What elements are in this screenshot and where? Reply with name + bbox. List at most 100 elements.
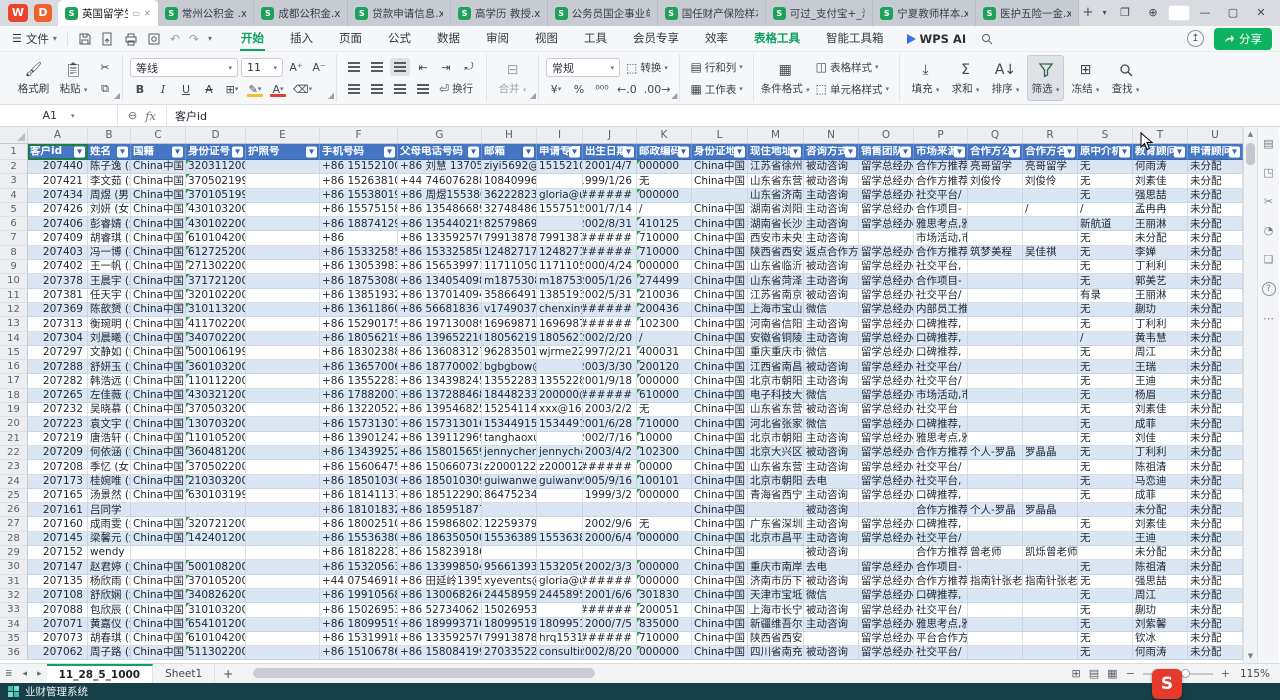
cell[interactable]: 周江 [1133,589,1188,603]
cell[interactable]: +86 18101832 [320,503,398,517]
row-header-7[interactable]: 7 [0,231,28,245]
cell[interactable]: 胡春琪 (女 [88,632,131,646]
cell[interactable]: China中国 [131,160,186,174]
cell[interactable]: 留学总经办 [859,603,914,617]
cell[interactable]: 207406 [28,217,88,231]
menu-item[interactable]: 工具 [571,26,620,51]
cell[interactable]: +86 17882007 [320,389,398,403]
cell[interactable]: ######### [583,460,637,474]
cell[interactable]: 刘紫馨 [1133,618,1188,632]
cell[interactable]: 610104200212213421 [186,231,246,245]
cell[interactable]: +86 1533258500 [398,246,482,260]
cell[interactable]: 430103200107142529 [186,203,246,217]
row-header-25[interactable]: 25 [0,489,28,503]
cell[interactable]: 口碑推荐, [914,332,968,346]
cell[interactable]: 2001/7/14 [583,203,637,217]
cell[interactable]: 主动咨询 [804,517,859,531]
cell[interactable] [482,546,537,560]
cell[interactable]: China中国 [692,274,748,288]
cancel-entry-icon[interactable]: ⊖ [128,109,137,122]
cell[interactable]: 主动咨询 [804,217,859,231]
cell[interactable]: 未分配 [1188,603,1243,617]
cell[interactable]: 北京大兴区 [748,446,804,460]
column-header-I[interactable]: I [537,127,583,143]
cell[interactable]: 2002/2/20 [583,332,637,346]
cell[interactable]: 371721200501264452 [186,274,246,288]
cell[interactable]: 117110505 [482,260,537,274]
menu-item[interactable]: 视图 [522,26,571,51]
cell[interactable]: 无 [1078,360,1133,374]
cell[interactable]: China中国 [692,646,748,660]
header-cell[interactable]: 父母电话号码▼ [398,144,482,160]
cell[interactable]: 留学总经办 [859,317,914,331]
cell[interactable] [1023,460,1078,474]
cell[interactable]: +86 18501030 [320,475,398,489]
cell[interactable]: 244589596 [537,589,583,603]
cell[interactable]: tanghaoxu [482,432,537,446]
cell[interactable]: / [637,332,692,346]
cell[interactable]: 未分配 [1188,389,1243,403]
cell[interactable]: 无 [1078,603,1133,617]
wrap-text-button[interactable]: ⏎换行 [436,79,476,98]
cell[interactable] [968,189,1023,203]
column-header-G[interactable]: G [398,127,482,143]
cell[interactable]: 207209 [28,446,88,460]
cell[interactable] [968,532,1023,546]
cell[interactable]: 市场活动,市 [914,389,968,403]
cell[interactable]: 310113200211152925 [186,303,246,317]
cell[interactable]: 微信 [804,417,859,431]
cell[interactable] [482,503,537,517]
cell[interactable]: China中国 [131,303,186,317]
cell[interactable]: 筑梦美程 [968,246,1023,260]
cell[interactable] [1023,217,1078,231]
cell[interactable]: / [1078,203,1133,217]
cell[interactable]: 刘俊伶 [1023,174,1078,188]
format-painter-button[interactable]: 🖌︎ 格式刷 [15,55,52,101]
row-header-16[interactable]: 16 [0,360,28,374]
cell[interactable]: 200000@qq [537,389,583,403]
cell[interactable]: 710000 [637,246,692,260]
print-icon[interactable] [124,32,138,46]
cell[interactable]: 142401200006041426 [186,532,246,546]
cell[interactable]: 155363896 [482,532,537,546]
cell[interactable]: China中国 [131,489,186,503]
cell[interactable]: 未分配 [1188,189,1243,203]
cell[interactable] [246,446,320,460]
font-name-select[interactable]: 等线▾ [130,58,238,77]
cell[interactable]: 个人-罗晶 [968,503,1023,517]
cell[interactable]: +86 15026953 [320,603,398,617]
cell[interactable]: 2001/6/6 [583,589,637,603]
cell[interactable]: 500108200203035125 [186,560,246,574]
cell[interactable]: 无 [637,403,692,417]
cell[interactable]: 169698712 [482,317,537,331]
cell[interactable] [246,160,320,174]
cell[interactable]: 社交平台/ [914,360,968,374]
cell[interactable]: 成菲 [1133,489,1188,503]
cell[interactable]: 未分配 [1188,532,1243,546]
cell[interactable]: 310103200212255069 [186,603,246,617]
cell[interactable]: China中国 [692,246,748,260]
cell[interactable] [246,417,320,431]
header-cell[interactable]: 合作方公司▼ [968,144,1023,160]
cell[interactable]: 000000 [637,646,692,660]
cell[interactable]: 合作项目- [914,274,968,288]
zoom-level[interactable]: 115% [1238,668,1270,680]
cell[interactable] [246,203,320,217]
cell[interactable] [246,332,320,346]
cell[interactable] [131,546,186,560]
cell[interactable]: 凯烁曾老师 [1023,546,1078,560]
cell[interactable]: 207297 [28,346,88,360]
cell[interactable]: 340826200106060020 [186,589,246,603]
search-icon[interactable] [980,32,994,46]
cell[interactable]: ######### [583,603,637,617]
cell[interactable]: 电子科技大 [748,389,804,403]
cell[interactable]: 000000 [637,160,692,174]
cell[interactable]: 未分配 [1188,417,1243,431]
cell[interactable]: 180562199 [537,332,583,346]
cell[interactable]: 1997/2/21 [583,346,637,360]
column-header-N[interactable]: N [804,127,859,143]
cell[interactable]: China中国 [692,174,748,188]
shape-pane-icon[interactable]: ❏ [1264,253,1274,266]
file-tab[interactable]: S常州公积金 .xlsx [158,0,255,26]
scroll-up-icon[interactable]: ▲ [1244,130,1257,138]
